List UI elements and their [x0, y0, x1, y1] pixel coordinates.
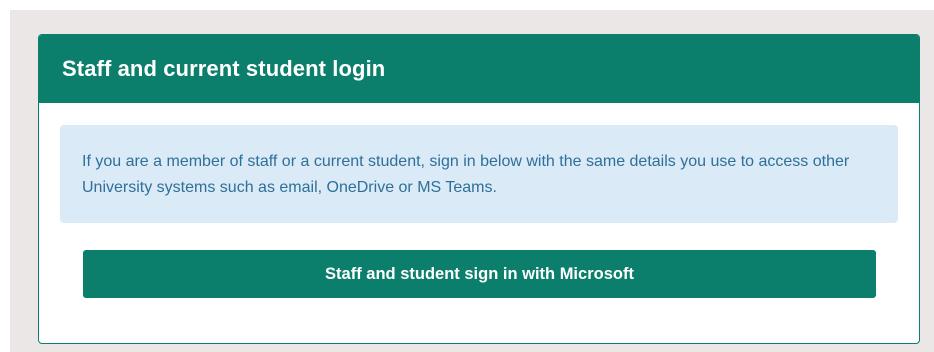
login-card: Staff and current student login If you a…: [38, 34, 920, 344]
info-message: If you are a member of staff or a curren…: [60, 125, 898, 223]
login-card-header: Staff and current student login: [39, 35, 919, 103]
login-title: Staff and current student login: [62, 56, 386, 81]
microsoft-sign-in-button[interactable]: Staff and student sign in with Microsoft: [83, 250, 876, 298]
